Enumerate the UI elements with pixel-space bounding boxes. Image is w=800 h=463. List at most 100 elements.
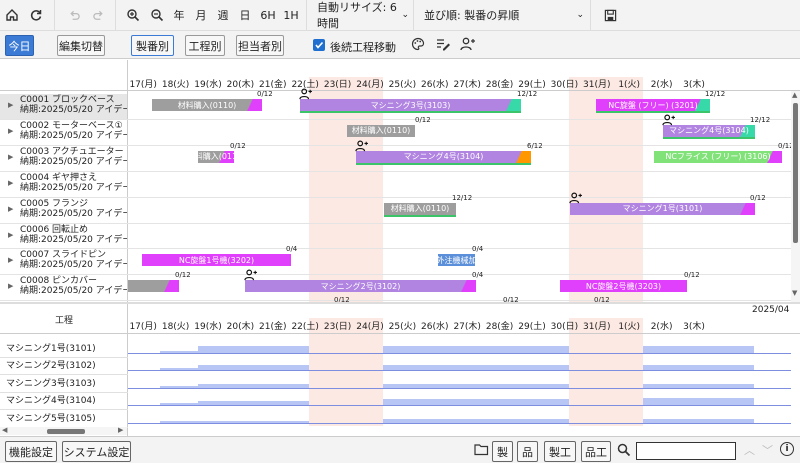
assign-person-icon[interactable] [460,37,475,54]
task-bar[interactable]: 材料購入(0110) [152,99,262,111]
scale-year-button[interactable]: 年 [168,0,190,31]
by-process-button[interactable]: 工程別 [185,35,225,56]
home-icon[interactable] [0,0,24,31]
redo-icon[interactable] [87,0,109,31]
by-order-button[interactable]: 製番別 [131,35,174,56]
chevron-up-icon[interactable]: ︿ [744,442,755,458]
by-person-button[interactable]: 担当者別 [236,35,284,56]
auto-resize-label: 自動リサイズ: 6時間 [317,1,397,30]
task-bar[interactable]: NC旋盤 (フリー) (3201) [596,99,710,111]
task-bar[interactable]: 材料購入(0110) [198,150,234,163]
expand-arrow-icon[interactable]: ▶ [8,255,13,265]
sort-dropdown[interactable]: 並び順: 製番の昇順 ⌄ [424,0,584,31]
order-row[interactable]: ▶ C0008 ピンカバー納期:2025/05/20 アイデーシ [0,275,127,301]
bottom-toolbar: 機能設定 システム設定 製 品 製工 品工 ︿ ﹀ i [0,436,800,463]
task-bar[interactable]: マシニング4号(3104) [356,150,531,163]
zoom-out-icon[interactable] [146,0,168,31]
resource-label: マシニング1号(3101) [6,344,96,354]
date-header-cell: 30(日) [550,80,579,90]
order-row[interactable]: ▶ C0001 ブロックベース納期:2025/05/20 アイデーシ [0,94,127,120]
task-bar[interactable]: NC旋盤1号機(3202) [142,254,291,267]
system-settings-button[interactable]: システム設定 [62,441,131,462]
horizontal-scrollbar[interactable]: ◀ ▶ [0,426,127,435]
h-scroll-left-arrow[interactable]: ◀ [2,426,7,434]
folder-icon[interactable] [474,443,489,459]
resource-date-header-cell: 18(火) [161,322,190,332]
zoom-in-icon[interactable] [120,0,146,31]
order-row[interactable]: ▶ C0006 回転止め納期:2025/05/20 アイデーシ [0,224,127,250]
task-count: 0/12 [230,141,246,150]
vertical-scrollbar[interactable]: ▲ ▼ [791,91,800,302]
scale-day-button[interactable]: 日 [234,0,256,31]
resource-label: マシニング2号(3102) [6,361,96,372]
resource-load-bar [643,346,754,353]
task-bar[interactable] [128,280,179,293]
order-row[interactable]: ▶ C0003 アクチュエーター納期:2025/05/20 アイデーシ [0,146,127,172]
save-icon[interactable] [597,0,623,31]
scale-6h-button[interactable]: 6H [256,0,280,31]
expand-arrow-icon[interactable]: ▶ [8,178,13,188]
info-icon[interactable]: i [780,442,794,456]
task-bar[interactable]: マシニング3号(3103) [300,99,521,111]
date-header-cell: 27(木) [453,80,481,90]
expand-arrow-icon[interactable]: ▶ [8,126,13,136]
expand-arrow-icon[interactable]: ▶ [8,281,13,291]
item-process-button[interactable]: 品工 [581,441,611,462]
order-row[interactable]: ▶ C0007 スライドピン納期:2025/05/20 アイデーシ [0,249,127,275]
resource-date-header-cell: 21(金) [259,322,287,332]
expand-arrow-icon[interactable]: ▶ [8,204,13,214]
task-bar[interactable]: マシニング4号(3104) [663,124,755,137]
separator [413,0,414,31]
search-icon [617,443,631,460]
order-due: 納期:2025/05/20 アイデーシ [20,105,127,115]
function-settings-button[interactable]: 機能設定 [5,441,57,462]
today-button[interactable]: 今日 [5,35,34,56]
scale-week-button[interactable]: 週 [212,0,234,31]
scroll-up-arrow[interactable]: ▲ [792,91,797,99]
h-scroll-right-arrow[interactable]: ▶ [118,426,123,434]
edit-toggle-button[interactable]: 編集切替 [57,35,105,56]
assigned-worker-icon [299,88,312,103]
scroll-down-arrow[interactable]: ▼ [792,289,797,297]
task-bar[interactable]: NC旋盤2号機(3203) [560,280,687,293]
expand-arrow-icon[interactable]: ▶ [8,100,13,110]
task-count: 0/12 [175,271,191,280]
order-row[interactable]: ▶ C0002 モーターベース①納期:2025/05/20 アイデーシ [0,120,127,146]
search-input[interactable] [636,442,736,460]
assigned-worker-icon [569,192,582,207]
order-row[interactable]: ▶ C0005 フランジ納期:2025/05/20 アイデーシ [0,198,127,224]
expand-arrow-icon[interactable]: ▶ [8,152,13,162]
follow-move-checkbox[interactable] [313,39,325,51]
scroll-thumb[interactable] [793,103,798,243]
chevron-down-icon[interactable]: ﹀ [762,442,773,458]
task-bar[interactable]: 材料購入(0110) [347,124,415,137]
resource-date-header-cell: 27(木) [453,322,481,332]
item-button[interactable]: 品 [517,441,538,462]
separator [306,0,307,31]
expand-arrow-icon[interactable]: ▶ [8,230,13,240]
palette-icon[interactable] [411,37,425,54]
auto-resize-dropdown[interactable]: 自動リサイズ: 6時間 ⌄ [317,0,409,31]
date-header-cell: 21(金) [259,80,287,90]
splitter[interactable] [0,302,800,304]
task-bar[interactable]: NCフライス (フリー) (3106) [654,150,782,163]
task-bar[interactable]: マシニング1号(3101) [570,202,755,215]
scale-1h-button[interactable]: 1H [280,0,302,31]
resource-load-bar [643,398,754,406]
resource-date-header-cell: 25(火) [388,322,417,332]
order-process-button[interactable]: 製工 [544,441,576,462]
h-scroll-thumb[interactable] [47,429,85,434]
task-bar[interactable]: マシニング2号(3102) [245,280,476,293]
order-row[interactable]: ▶ C0004 ギヤ押さえ納期:2025/05/20 アイデーシ [0,172,127,198]
resource-date-header-cell: 22(土) [291,322,319,332]
view-toolbar: 今日 編集切替 製番別 工程別 担当者別 後続工程移動 [0,31,800,59]
capacity-line [128,405,791,407]
refresh-icon[interactable] [24,0,48,31]
scale-month-button[interactable]: 月 [190,0,212,31]
task-bar[interactable]: 材料購入(0110) [384,202,456,215]
resource-label: マシニング5号(3105) [6,413,96,424]
order-button[interactable]: 製 [492,441,513,462]
task-bar[interactable]: 外注機械加 [438,254,475,267]
edit-list-icon[interactable] [436,37,451,54]
undo-icon[interactable] [61,0,87,31]
